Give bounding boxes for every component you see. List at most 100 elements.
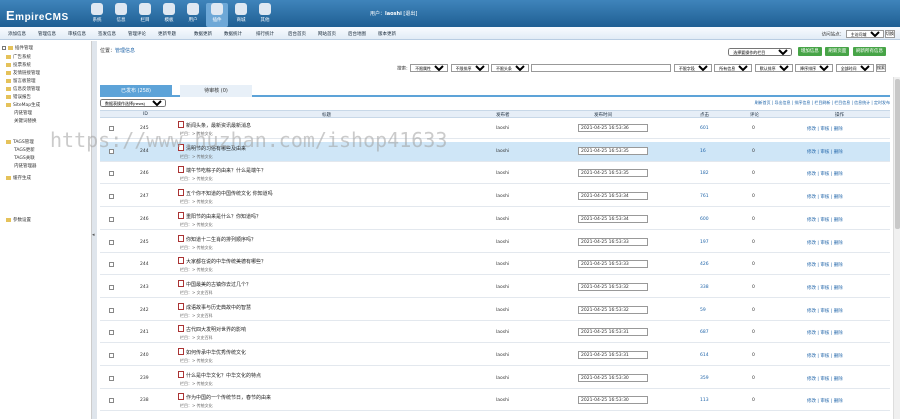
- row-time-field[interactable]: 2021-04-25 16:53:31: [578, 328, 648, 337]
- table-row[interactable]: 244 大家都在说的中华传统美德有哪些？ 栏目：> 传统文化 laoshi 2021-0…: [100, 255, 890, 276]
- table-row[interactable]: 241 古代四大发明对世界的影响 栏目：> 文史百科 laoshi 2021-04-25…: [100, 323, 890, 344]
- breadcrumb-link[interactable]: 管理信息: [115, 48, 135, 54]
- nav-system[interactable]: 系统: [86, 3, 108, 23]
- edit-link[interactable]: 修改: [807, 172, 816, 177]
- menu-item[interactable]: 更新专题: [158, 31, 176, 37]
- row-checkbox[interactable]: [109, 216, 114, 222]
- row-checkbox[interactable]: [109, 375, 114, 381]
- site-select[interactable]: 主访问域: [845, 30, 884, 38]
- filter-select[interactable]: 所有信息: [714, 64, 753, 72]
- row-comments[interactable]: 0: [752, 240, 755, 245]
- row-category[interactable]: 栏目：> 传统文化: [180, 199, 213, 205]
- refresh-page-button[interactable]: 刷新页面: [825, 47, 850, 56]
- delete-link[interactable]: 删除: [834, 399, 843, 404]
- tree-item[interactable]: 参数设置: [6, 217, 31, 223]
- row-comments[interactable]: 0: [752, 376, 755, 381]
- switch-button[interactable]: 切换: [885, 30, 895, 38]
- row-category[interactable]: 栏目：> 传统文化: [180, 154, 213, 160]
- table-row[interactable]: 244 清明节的习俗有哪些及由来 栏目：> 传统文化 laoshi 2021-04-25…: [100, 141, 890, 162]
- table-row[interactable]: 239 什么是中华文化？中华文化的特点 栏目：> 传统文化 laoshi 2021-04…: [100, 369, 890, 389]
- tree-item[interactable]: TAGS管理: [6, 139, 34, 145]
- row-comments[interactable]: 0: [752, 330, 755, 335]
- tab-published[interactable]: 已发布 (258): [100, 85, 172, 97]
- tree-item[interactable]: 内链管理器: [14, 163, 37, 169]
- row-time-field[interactable]: 2021-04-25 16:53:30: [578, 373, 648, 382]
- row-category[interactable]: 栏目：> 传统文化: [180, 222, 213, 228]
- edit-link[interactable]: 修改: [807, 218, 816, 223]
- row-category[interactable]: 栏目：> 传统文化: [180, 245, 213, 251]
- nav-plugin[interactable]: 插件: [206, 3, 228, 27]
- delete-link[interactable]: 删除: [834, 286, 843, 291]
- tab-pending[interactable]: 待审核 (0): [180, 85, 252, 97]
- row-checkbox[interactable]: [109, 171, 114, 177]
- row-time-field[interactable]: 2021-04-25 16:53:35: [578, 146, 648, 155]
- check-link[interactable]: 审核: [820, 354, 829, 359]
- row-checkbox[interactable]: [109, 398, 114, 404]
- check-link[interactable]: 审核: [820, 331, 829, 336]
- nav-shop[interactable]: 商城: [230, 3, 252, 23]
- filter-select[interactable]: 不限头条: [490, 64, 529, 72]
- row-category[interactable]: 栏目：> 传统文化: [180, 176, 213, 182]
- nav-user[interactable]: 用户: [182, 3, 204, 23]
- filter-select[interactable]: 不限排序: [450, 64, 489, 72]
- row-time-field[interactable]: 2021-04-25 16:53:31: [578, 351, 648, 359]
- col-hits[interactable]: 点击: [700, 112, 709, 118]
- row-time-field[interactable]: 2021-04-25 16:53:36: [578, 124, 648, 132]
- row-title[interactable]: 中国最美的古镇你去过几个？: [186, 281, 251, 288]
- row-checkbox[interactable]: [109, 194, 114, 200]
- row-comments[interactable]: 0: [752, 217, 755, 222]
- row-category[interactable]: 栏目：> 传统文化: [180, 358, 213, 364]
- row-category[interactable]: 栏目：> 传统文化: [180, 267, 213, 273]
- row-title[interactable]: 如何传承中华优秀传统文化: [186, 349, 246, 356]
- table-row[interactable]: 247 五个你不知道的中国传统文化 你知道吗 栏目：> 传统文化 laoshi 2021…: [100, 187, 890, 208]
- table-row[interactable]: 245 新闻头条，最新资讯最新消息 栏目：> 传统文化 laoshi 2021-04-2…: [100, 119, 890, 139]
- row-comments[interactable]: 0: [752, 149, 755, 154]
- filter-select[interactable]: 不限字段: [673, 64, 712, 72]
- table-select[interactable]: 数据表操作选择(news): [100, 99, 166, 107]
- row-checkbox[interactable]: [109, 148, 114, 154]
- filter-select[interactable]: 不限属性: [410, 64, 449, 72]
- tree-item[interactable]: 投票系统: [6, 62, 31, 68]
- edit-link[interactable]: 修改: [807, 399, 816, 404]
- tree-item[interactable]: TAGS更新: [14, 147, 35, 153]
- delete-link[interactable]: 删除: [834, 150, 843, 155]
- edit-link[interactable]: 修改: [807, 127, 816, 132]
- row-time-field[interactable]: 2021-04-25 16:53:34: [578, 214, 648, 223]
- row-comments[interactable]: 0: [752, 171, 755, 176]
- menu-item[interactable]: 后台首页: [288, 31, 306, 37]
- tree-item[interactable]: 缓存生成: [6, 175, 31, 181]
- row-comments[interactable]: 0: [752, 194, 755, 199]
- edit-link[interactable]: 修改: [807, 195, 816, 200]
- menu-item[interactable]: 添加信息: [8, 31, 26, 37]
- row-title[interactable]: 成语故事与历史典故中的智慧: [186, 304, 251, 311]
- row-time-field[interactable]: 2021-04-25 16:53:30: [578, 396, 648, 405]
- menu-item[interactable]: 排行统计: [256, 31, 274, 37]
- edit-link[interactable]: 修改: [807, 331, 816, 336]
- row-title[interactable]: 重阳节的由来是什么？你知道吗？: [186, 213, 261, 220]
- tree-item[interactable]: 内链管理: [14, 110, 32, 116]
- table-row[interactable]: 238 作为中国的一个传统节日，春节的由来 栏目：> 传统文化 laoshi 2021-…: [100, 391, 890, 412]
- tree-item[interactable]: 信息反馈管理: [6, 86, 40, 92]
- row-time-field[interactable]: 2021-04-25 16:53:33: [578, 260, 648, 269]
- edit-link[interactable]: 修改: [807, 241, 816, 246]
- delete-link[interactable]: 删除: [834, 172, 843, 177]
- refresh-all-button[interactable]: 刷新所有信息: [853, 47, 886, 56]
- filter-select[interactable]: 降序排序: [795, 64, 834, 72]
- row-time-field[interactable]: 2021-04-25 16:53:33: [578, 237, 648, 246]
- menu-item[interactable]: 管理评论: [128, 31, 146, 37]
- check-link[interactable]: 审核: [820, 150, 829, 155]
- row-category[interactable]: 栏目：> 传统文化: [180, 131, 213, 137]
- search-button[interactable]: 搜索: [876, 64, 886, 72]
- row-checkbox[interactable]: [109, 262, 114, 268]
- row-category[interactable]: 栏目：> 文史百科: [180, 335, 213, 341]
- edit-link[interactable]: 修改: [807, 354, 816, 359]
- edit-link[interactable]: 修改: [807, 377, 816, 382]
- table-row[interactable]: 246 重阳节的由来是什么？你知道吗？ 栏目：> 传统文化 laoshi 2021-04…: [100, 210, 890, 230]
- tree-item[interactable]: 关键词替换: [14, 118, 37, 124]
- column-select[interactable]: 选择要操作的栏目: [728, 47, 793, 56]
- row-title[interactable]: 大家都在说的中华传统美德有哪些？: [186, 258, 266, 265]
- check-link[interactable]: 审核: [820, 263, 829, 268]
- row-checkbox[interactable]: [109, 239, 114, 245]
- row-category[interactable]: 栏目：> 传统文化: [180, 381, 213, 387]
- check-link[interactable]: 审核: [820, 399, 829, 404]
